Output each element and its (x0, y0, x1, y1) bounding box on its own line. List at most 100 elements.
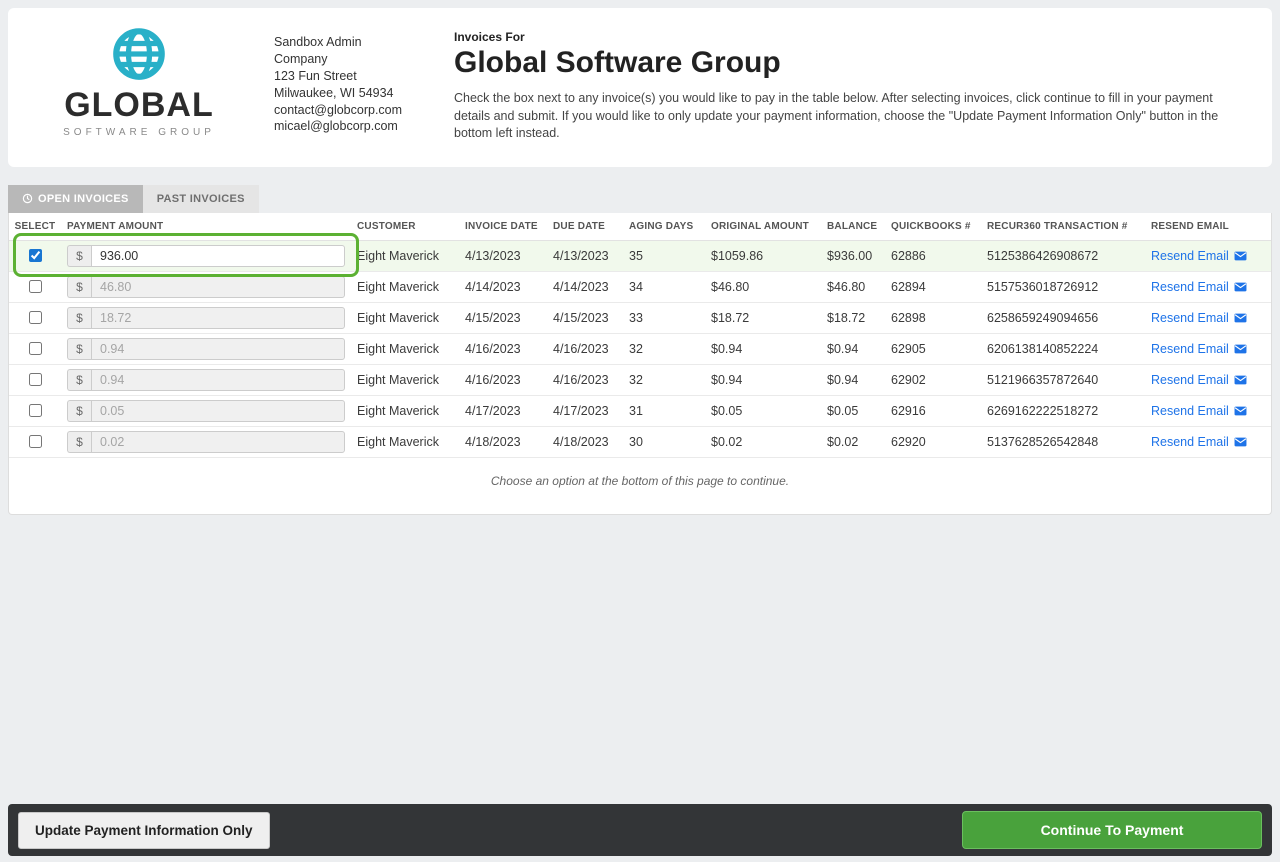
row-select-checkbox[interactable] (29, 342, 42, 355)
cell-invoice-date: 4/16/2023 (459, 342, 547, 356)
cell-balance: $0.02 (821, 435, 885, 449)
cell-invoice-date: 4/16/2023 (459, 373, 547, 387)
continue-to-payment-button[interactable]: Continue To Payment (962, 811, 1262, 849)
cell-quickbooks-number: 62894 (885, 280, 981, 294)
currency-symbol: $ (67, 400, 91, 422)
mail-icon (1234, 375, 1247, 385)
cell-customer: Eight Maverick (351, 311, 459, 325)
th-customer: CUSTOMER (351, 221, 459, 232)
tab-past-invoices[interactable]: PAST INVOICES (143, 185, 259, 213)
resend-email-link[interactable]: Resend Email (1151, 311, 1247, 325)
table-header: SELECT PAYMENT AMOUNT CUSTOMER INVOICE D… (9, 213, 1271, 241)
globe-icon (111, 26, 167, 82)
th-invoice-date: INVOICE DATE (459, 221, 547, 232)
table-row: $Eight Maverick4/16/20234/16/202332$0.94… (9, 365, 1271, 396)
cell-aging-days: 30 (623, 435, 705, 449)
clock-icon (22, 193, 33, 204)
cell-aging-days: 31 (623, 404, 705, 418)
cell-due-date: 4/13/2023 (547, 249, 623, 263)
cell-original-amount: $0.94 (705, 342, 821, 356)
company-line2: Company (274, 51, 424, 68)
resend-email-link[interactable]: Resend Email (1151, 435, 1247, 449)
payment-amount-input[interactable] (91, 431, 345, 453)
row-select-checkbox[interactable] (29, 435, 42, 448)
th-due-date: DUE DATE (547, 221, 623, 232)
cell-quickbooks-number: 62886 (885, 249, 981, 263)
currency-symbol: $ (67, 307, 91, 329)
cell-quickbooks-number: 62898 (885, 311, 981, 325)
th-aging-days: AGING DAYS (623, 221, 705, 232)
th-balance: BALANCE (821, 221, 885, 232)
mail-icon (1234, 251, 1247, 261)
cell-due-date: 4/17/2023 (547, 404, 623, 418)
table-row: $Eight Maverick4/15/20234/15/202333$18.7… (9, 303, 1271, 334)
cell-recur360-number: 6258659249094656 (981, 311, 1145, 325)
resend-email-link[interactable]: Resend Email (1151, 373, 1247, 387)
cell-quickbooks-number: 62902 (885, 373, 981, 387)
company-info: Sandbox Admin Company 123 Fun Street Mil… (274, 26, 424, 143)
payment-amount-input[interactable] (91, 338, 345, 360)
company-email: contact@globcorp.com (274, 102, 424, 119)
cell-original-amount: $0.02 (705, 435, 821, 449)
row-select-checkbox[interactable] (29, 249, 42, 262)
logo-block: GLOBAL SOFTWARE GROUP (34, 26, 244, 143)
cell-original-amount: $18.72 (705, 311, 821, 325)
cell-aging-days: 35 (623, 249, 705, 263)
cell-quickbooks-number: 62916 (885, 404, 981, 418)
cell-due-date: 4/18/2023 (547, 435, 623, 449)
row-select-checkbox[interactable] (29, 311, 42, 324)
cell-balance: $46.80 (821, 280, 885, 294)
payment-amount-input[interactable] (91, 245, 345, 267)
company-address2: Milwaukee, WI 54934 (274, 85, 424, 102)
hint-text: Choose an option at the bottom of this p… (9, 458, 1271, 514)
cell-recur360-number: 6206138140852224 (981, 342, 1145, 356)
mail-icon (1234, 344, 1247, 354)
th-original-amount: ORIGINAL AMOUNT (705, 221, 821, 232)
row-select-checkbox[interactable] (29, 373, 42, 386)
currency-symbol: $ (67, 431, 91, 453)
cell-invoice-date: 4/13/2023 (459, 249, 547, 263)
payment-amount-input[interactable] (91, 307, 345, 329)
tab-open-invoices[interactable]: OPEN INVOICES (8, 185, 143, 213)
cell-original-amount: $46.80 (705, 280, 821, 294)
table-row: $Eight Maverick4/13/20234/13/202335$1059… (9, 241, 1271, 272)
currency-symbol: $ (67, 369, 91, 391)
resend-email-link[interactable]: Resend Email (1151, 249, 1247, 263)
payment-amount-input[interactable] (91, 276, 345, 298)
update-payment-info-button[interactable]: Update Payment Information Only (18, 812, 270, 849)
row-select-checkbox[interactable] (29, 404, 42, 417)
cell-customer: Eight Maverick (351, 404, 459, 418)
instructions-text: Check the box next to any invoice(s) you… (454, 90, 1246, 143)
cell-balance: $0.94 (821, 373, 885, 387)
cell-invoice-date: 4/14/2023 (459, 280, 547, 294)
resend-email-link[interactable]: Resend Email (1151, 280, 1247, 294)
table-body: $Eight Maverick4/13/20234/13/202335$1059… (9, 241, 1271, 458)
payment-amount-input[interactable] (91, 369, 345, 391)
resend-email-link[interactable]: Resend Email (1151, 342, 1247, 356)
cell-due-date: 4/16/2023 (547, 373, 623, 387)
cell-recur360-number: 5157536018726912 (981, 280, 1145, 294)
cell-aging-days: 32 (623, 342, 705, 356)
cell-recur360-number: 5121966357872640 (981, 373, 1145, 387)
cell-recur360-number: 5125386426908672 (981, 249, 1145, 263)
cell-original-amount: $0.05 (705, 404, 821, 418)
row-select-checkbox[interactable] (29, 280, 42, 293)
cell-invoice-date: 4/18/2023 (459, 435, 547, 449)
cell-balance: $0.05 (821, 404, 885, 418)
th-resend-email: RESEND EMAIL (1145, 221, 1265, 232)
cell-recur360-number: 6269162222518272 (981, 404, 1145, 418)
company-name: Sandbox Admin (274, 34, 424, 51)
logo-wordmark: GLOBAL (64, 86, 214, 125)
resend-email-link[interactable]: Resend Email (1151, 404, 1247, 418)
invoices-for-block: Invoices For Global Software Group Check… (454, 26, 1246, 143)
payment-amount-input[interactable] (91, 400, 345, 422)
tab-open-label: OPEN INVOICES (38, 193, 129, 205)
mail-icon (1234, 282, 1247, 292)
cell-quickbooks-number: 62920 (885, 435, 981, 449)
mail-icon (1234, 406, 1247, 416)
currency-symbol: $ (67, 245, 91, 267)
th-quickbooks: QUICKBOOKS # (885, 221, 981, 232)
cell-customer: Eight Maverick (351, 435, 459, 449)
cell-due-date: 4/16/2023 (547, 342, 623, 356)
th-recur360: RECUR360 TRANSACTION # (981, 221, 1145, 232)
